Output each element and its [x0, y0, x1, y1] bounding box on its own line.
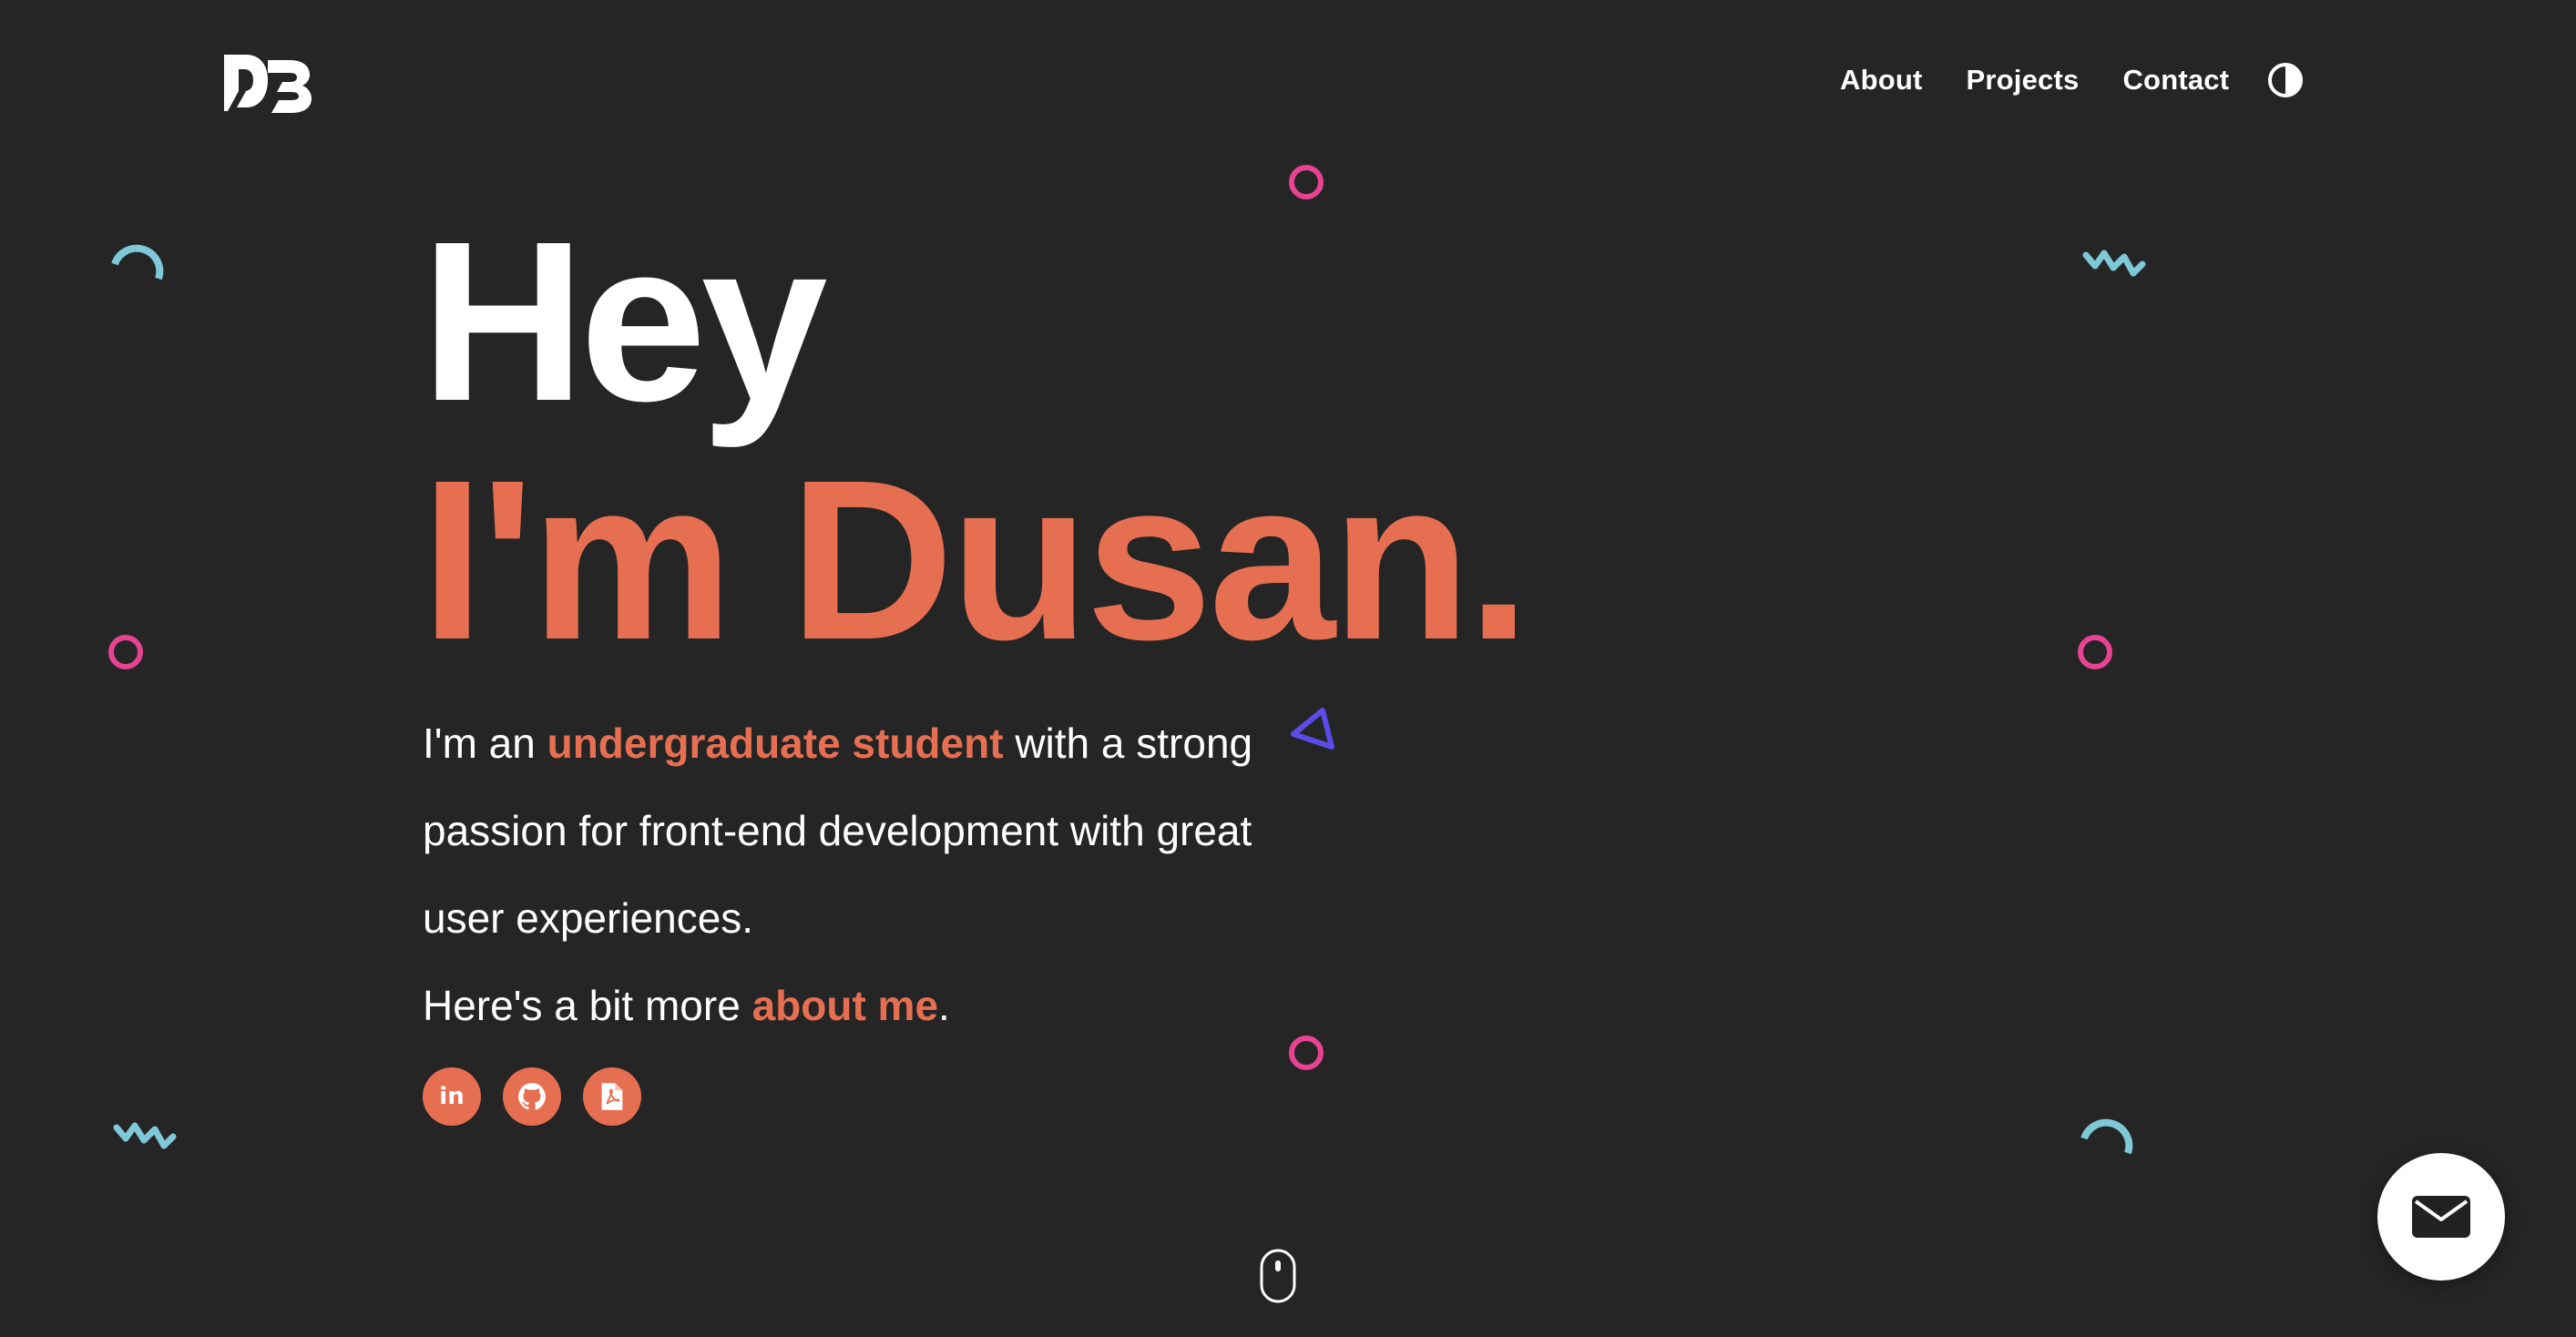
triangle-decoration [1291, 708, 1334, 750]
zigzag-decoration [2082, 250, 2146, 277]
main-nav: About Projects Contact [1840, 62, 2304, 98]
circle-decoration [108, 635, 143, 669]
intro-text: I'm an [423, 720, 547, 767]
about-me-link[interactable]: about me [752, 982, 938, 1029]
nav-contact[interactable]: Contact [2122, 64, 2229, 97]
circle-decoration [1289, 165, 1324, 199]
hero-greeting: Hey [421, 194, 828, 448]
linkedin-icon: in [439, 1083, 465, 1110]
circle-decoration [2078, 635, 2112, 669]
intro-more-punct: . [938, 982, 950, 1029]
hero-intro: I'm an undergraduate student with a stro… [423, 699, 1261, 1049]
hero-name: I'm Dusan. [421, 433, 1530, 687]
nav-about[interactable]: About [1840, 64, 1923, 97]
hero-heading: Hey I'm Dusan. [421, 194, 1530, 687]
intro-highlight: undergraduate student [547, 720, 1004, 767]
linkedin-button[interactable]: in [423, 1067, 481, 1126]
site-logo[interactable] [220, 51, 315, 115]
circle-decoration [1289, 1036, 1324, 1070]
social-links: in [423, 1067, 663, 1126]
envelope-icon [2412, 1196, 2470, 1238]
github-icon [518, 1083, 546, 1110]
arc-decoration [2080, 1118, 2133, 1155]
arc-decoration [111, 244, 164, 281]
mouse-scroll-icon[interactable] [1259, 1248, 1297, 1304]
theme-toggle-icon[interactable] [2267, 62, 2304, 98]
zigzag-decoration [113, 1122, 177, 1149]
resume-pdf-button[interactable] [583, 1067, 641, 1126]
intro-more-text: Here's a bit more [423, 982, 752, 1029]
github-button[interactable] [503, 1067, 561, 1126]
contact-mail-button[interactable] [2377, 1153, 2505, 1281]
nav-projects[interactable]: Projects [1967, 64, 2080, 97]
pdf-file-icon [601, 1083, 623, 1110]
